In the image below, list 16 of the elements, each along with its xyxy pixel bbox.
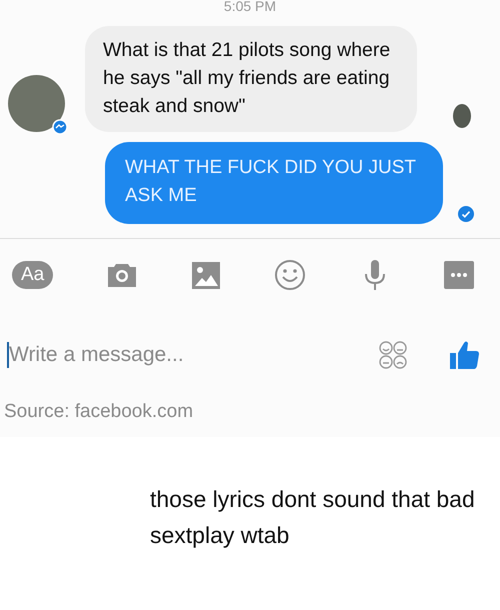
message-input[interactable]: Write a message...: [9, 343, 378, 367]
message-bubble: What is that 21 pilots song where he says "all my friends are eating steak and snow": [85, 26, 417, 132]
text-cursor: [7, 342, 9, 368]
message-bubble: WHAT THE FUCK DID YOU JUST ASK ME: [105, 142, 443, 224]
image-icon[interactable]: [190, 259, 222, 291]
source-text: Source: facebook.com: [3, 400, 194, 424]
text-format-button[interactable]: Aa: [12, 261, 54, 289]
smiley-icon[interactable]: [274, 259, 306, 291]
seen-avatar: [453, 104, 471, 128]
thumbs-up-icon[interactable]: [448, 339, 480, 371]
messenger-badge-icon: [52, 119, 68, 135]
caption-text: those lyrics dont sound that bad sextplay wtab: [149, 485, 476, 550]
stickers-icon[interactable]: [378, 340, 408, 370]
timestamp: 5:05 PM: [222, 0, 278, 16]
more-icon[interactable]: [442, 259, 475, 291]
delivered-check-icon: [458, 206, 474, 222]
